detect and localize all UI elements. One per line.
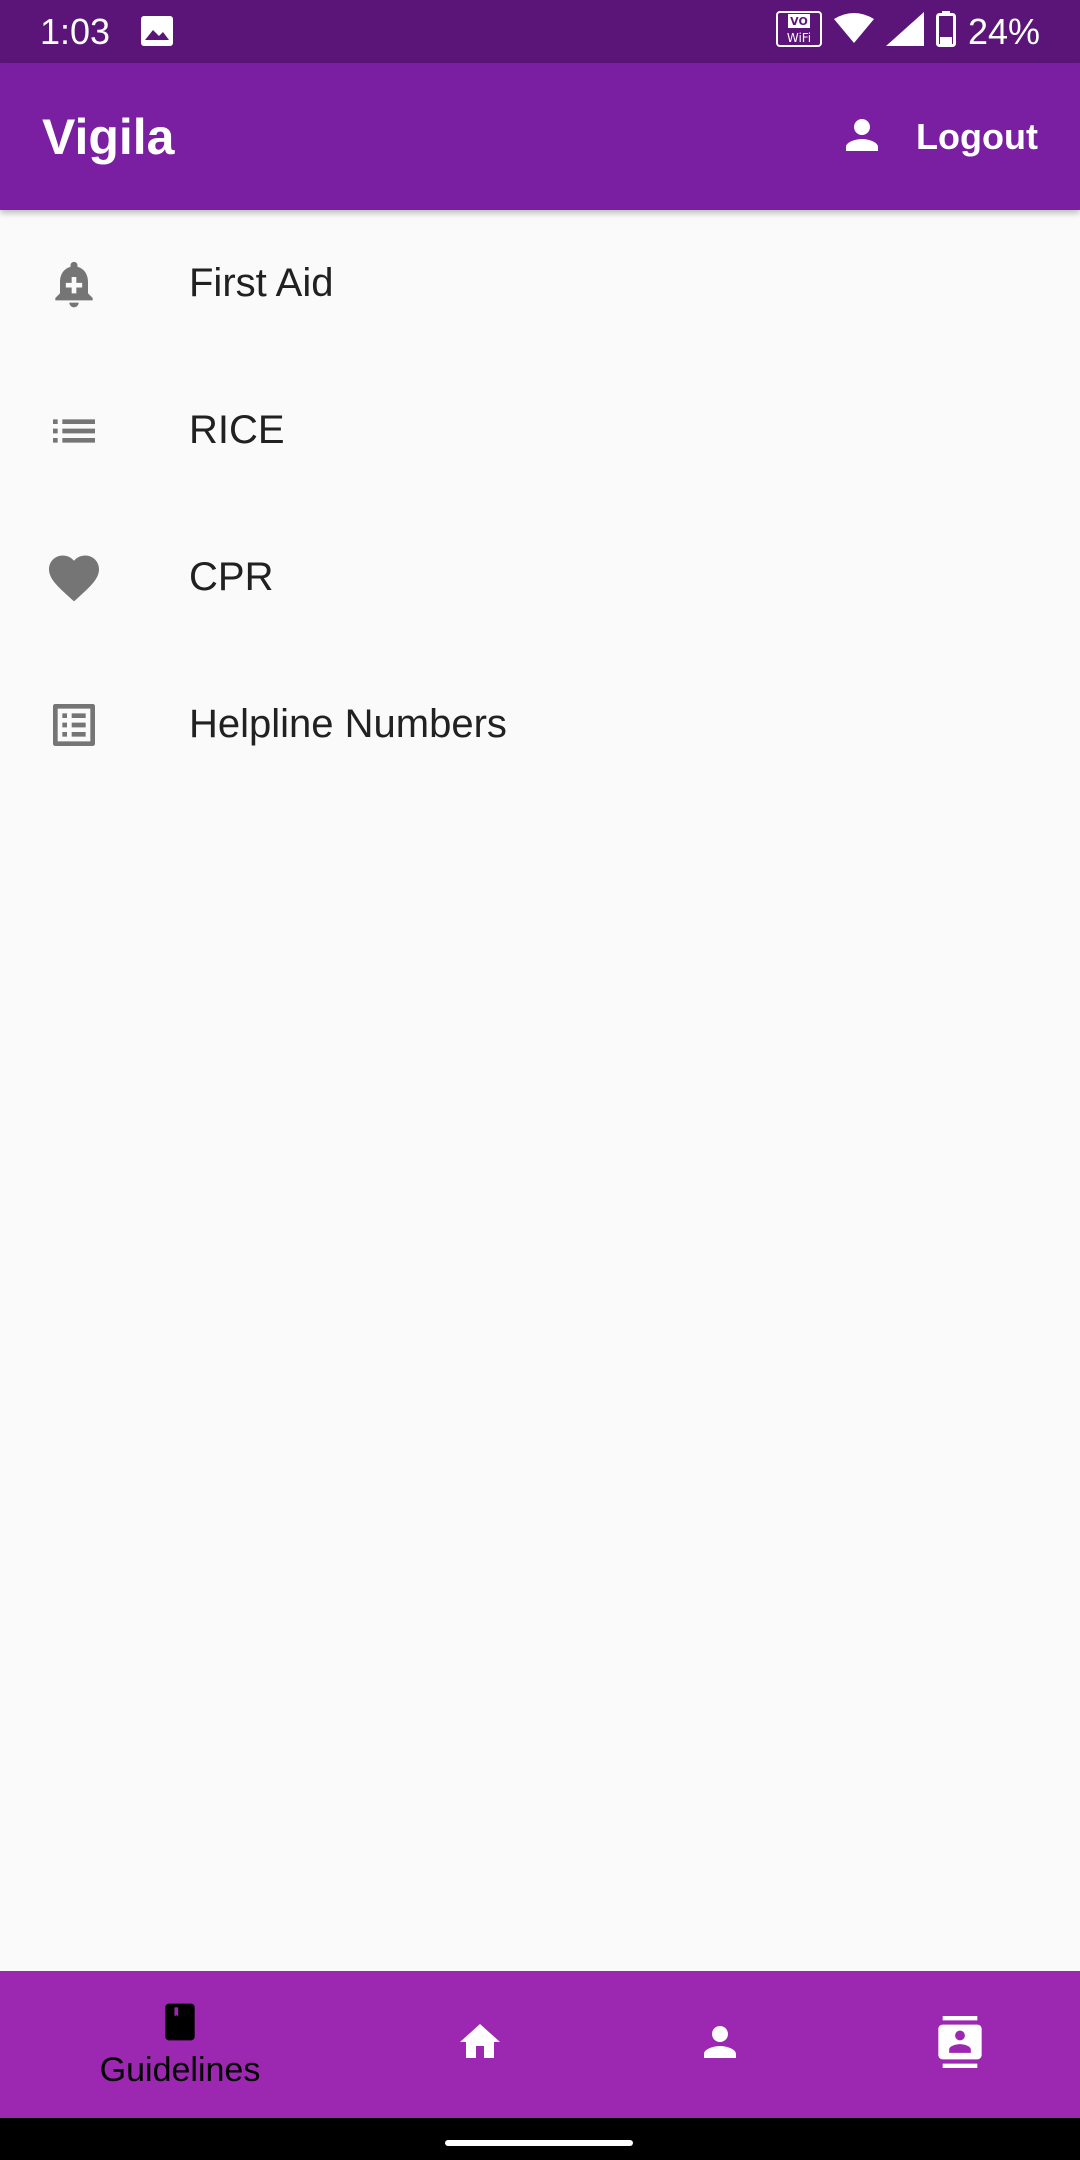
person-icon [696, 2018, 744, 2071]
list-item-label: CPR [189, 555, 274, 599]
image-icon [141, 16, 173, 46]
logout-button[interactable]: Logout [838, 109, 1038, 165]
list-item-rice[interactable]: RICE [0, 357, 1080, 504]
list-alt-icon [44, 695, 104, 755]
svg-text:VO: VO [790, 15, 808, 28]
home-icon [456, 2018, 504, 2071]
person-icon [838, 111, 886, 164]
heart-icon [44, 548, 104, 608]
status-time: 1:03 [40, 11, 111, 52]
app-title: Vigila [42, 109, 175, 165]
battery-percent: 24% [967, 11, 1040, 52]
home-gesture-handle[interactable] [445, 2140, 633, 2146]
nav-profile[interactable] [660, 1971, 780, 2118]
wifi-icon [833, 13, 874, 50]
nav-guidelines[interactable]: Guidelines [60, 1971, 300, 2118]
list-item-first-aid[interactable]: First Aid [0, 210, 1080, 357]
svg-text:WiFi: WiFi [787, 31, 811, 45]
signal-icon [885, 12, 924, 51]
list-icon [44, 401, 104, 461]
book-icon [158, 2000, 202, 2049]
list-item-label: RICE [189, 408, 285, 452]
bell-plus-icon [44, 254, 104, 314]
status-bar: 1:03 VO WiFi 24% [0, 0, 1080, 63]
guidelines-list: First Aid RICE CPR Helpline Numbers [0, 210, 1080, 798]
nav-home[interactable] [420, 1971, 540, 2118]
list-item-label: Helpline Numbers [189, 702, 507, 746]
list-item-label: First Aid [189, 261, 334, 305]
list-item-cpr[interactable]: CPR [0, 504, 1080, 651]
app-bar: Vigila Logout [0, 63, 1080, 210]
vowifi-icon: VO WiFi [775, 11, 822, 52]
gesture-bar [0, 2118, 1080, 2160]
battery-icon [935, 11, 956, 52]
bottom-navigation: Guidelines [0, 1971, 1080, 2118]
contacts-icon [934, 2016, 986, 2073]
nav-guidelines-label: Guidelines [99, 2050, 261, 2089]
status-icons: VO WiFi 24% [775, 8, 1040, 55]
list-item-helpline-numbers[interactable]: Helpline Numbers [0, 651, 1080, 798]
logout-label: Logout [916, 116, 1038, 157]
nav-contacts[interactable] [900, 1971, 1020, 2118]
